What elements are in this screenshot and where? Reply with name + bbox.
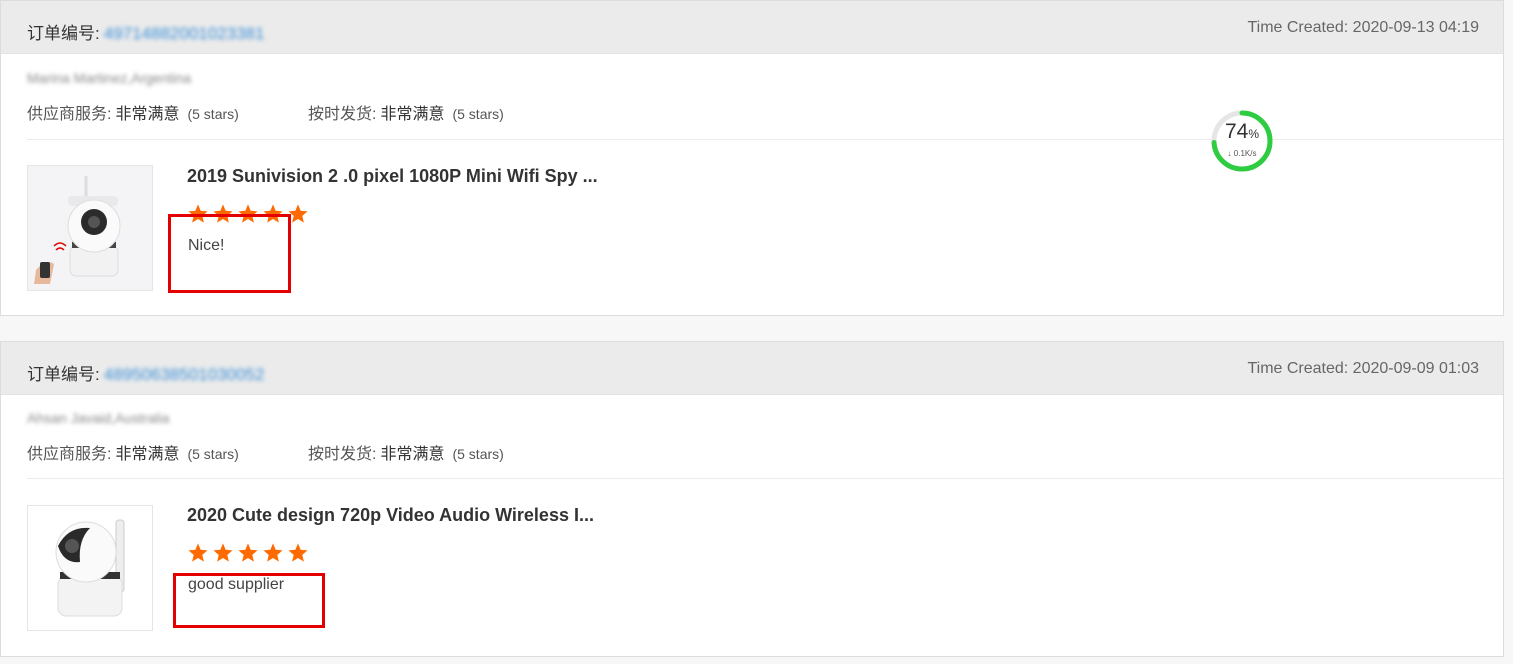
divider (27, 139, 1503, 140)
star-icon (238, 543, 258, 562)
star-rating (187, 542, 312, 564)
order-number-row: 订单编号: 49714882001023381 (27, 19, 264, 44)
on-time-stars: (5 stars) (452, 106, 504, 122)
on-time-label: 按时发货: (308, 106, 377, 123)
supplier-service-stars: (5 stars) (187, 106, 239, 122)
star-icon (188, 543, 208, 562)
order-number-label: 订单编号: (27, 365, 100, 384)
product-title-link[interactable]: 2019 Sunivision 2 .0 pixel 1080P Mini Wi… (187, 166, 598, 187)
star-icon (263, 543, 283, 562)
camera-product-photo (28, 166, 152, 290)
time-created: Time Created: 2020-09-13 04:19 (1247, 19, 1479, 36)
order-card: 订单编号: 49714882001023381 Time Created: 202… (0, 0, 1504, 316)
product-title-link[interactable]: 2020 Cute design 720p Video Audio Wirele… (187, 505, 594, 526)
on-time-value: 非常满意 (380, 106, 445, 123)
star-icon (288, 543, 308, 562)
supplier-service-stars: (5 stars) (187, 446, 239, 462)
speed-rate: ↓ 0.1K/s (1227, 149, 1257, 158)
star-icon (213, 543, 233, 562)
on-time-label: 按时发货: (308, 446, 377, 463)
supplier-service-value: 非常满意 (115, 446, 180, 463)
order-number-link[interactable]: 48950638501030052 (104, 365, 265, 384)
camera-product-photo (28, 506, 152, 630)
product-image[interactable] (27, 505, 153, 631)
supplier-service-label: 供应商服务: (27, 106, 112, 123)
order-number-row: 订单编号: 48950638501030052 (27, 360, 264, 385)
product-image[interactable] (27, 165, 153, 291)
speed-percent-value: 74 (1224, 120, 1249, 143)
order-header: 订单编号: 49714882001023381 Time Created: 202… (1, 1, 1503, 54)
order-header: 订单编号: 48950638501030052 Time Created: 202… (1, 342, 1503, 395)
network-speed-widget[interactable]: 74% ↓ 0.1K/s (1210, 109, 1274, 173)
order-number-link[interactable]: 49714882001023381 (104, 24, 265, 43)
time-created: Time Created: 2020-09-09 01:03 (1247, 360, 1479, 377)
supplier-service-value: 非常满意 (115, 106, 180, 123)
highlight-box (173, 573, 325, 628)
highlight-box (168, 214, 291, 293)
on-time-stars: (5 stars) (452, 446, 504, 462)
on-time-value: 非常满意 (380, 446, 445, 463)
order-number-label: 订单编号: (27, 24, 100, 43)
buyer-location: Marina Martinez,Argentina (27, 70, 192, 86)
divider (27, 478, 1503, 479)
speed-percent-sign: % (1248, 127, 1260, 141)
buyer-location: Ahsan Javaid,Australia (27, 410, 170, 426)
order-card: 订单编号: 48950638501030052 Time Created: 202… (0, 341, 1504, 657)
speed-percent: 74% (1210, 120, 1274, 144)
supplier-service-label: 供应商服务: (27, 446, 112, 463)
